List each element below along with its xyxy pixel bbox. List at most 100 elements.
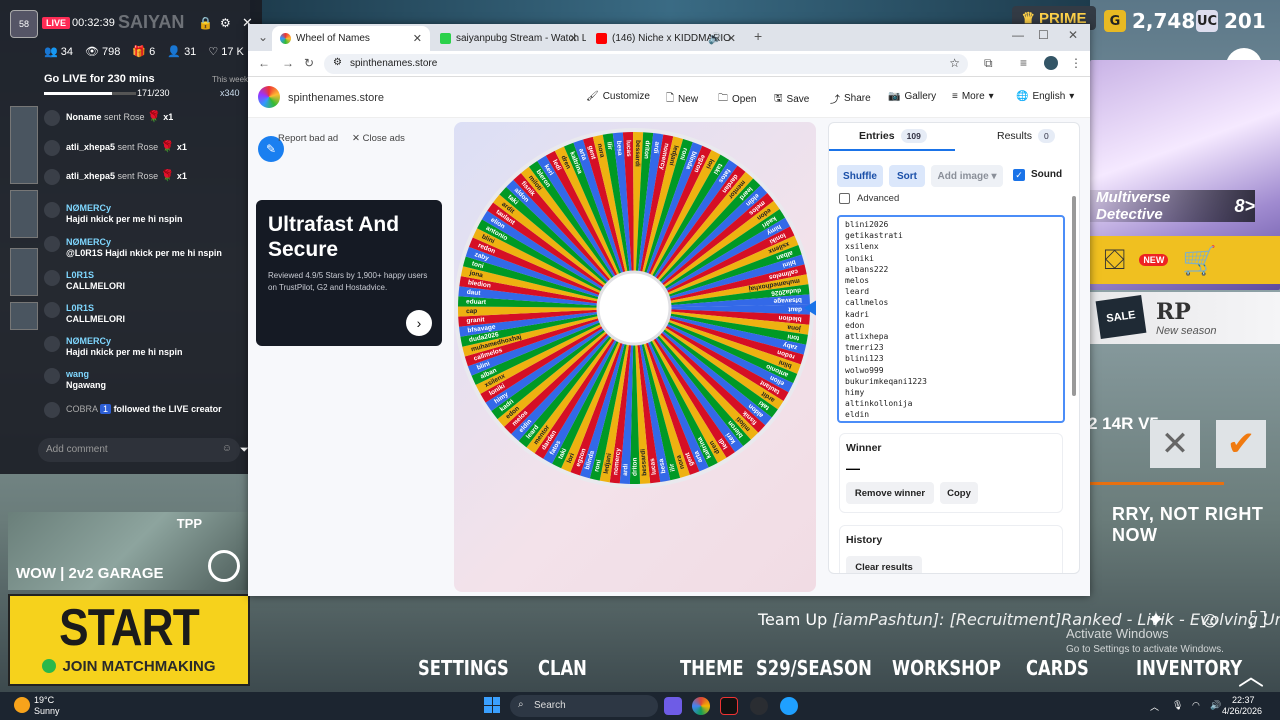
bookmark-star-icon[interactable]: ☆ [949, 56, 960, 70]
chevron-up-icon[interactable]: ︿ [1238, 656, 1264, 693]
panel-scrollbar[interactable] [1072, 156, 1080, 572]
nav-theme[interactable]: THEME [680, 656, 744, 680]
url-field[interactable]: ⚙ spinthenames.store ☆ [324, 54, 968, 74]
site-name[interactable]: spinthenames.store [288, 92, 384, 104]
tab-entries[interactable]: Entries 109 [859, 129, 927, 143]
extensions-icon[interactable]: ⧉ [984, 56, 993, 71]
kebab-menu-icon[interactable]: ⋮ [1070, 56, 1082, 70]
tray-chevron-icon[interactable]: ︿ [1150, 700, 1159, 713]
menu-customize[interactable]: 🖌 Customize [586, 91, 650, 102]
close-icon[interactable]: ✕ [1150, 420, 1200, 468]
tab-bar: ⌄ Wheel of Names ✕ saiyanpubg Stream - Wa… [248, 24, 1090, 51]
tab-wheel-of-names[interactable]: Wheel of Names ✕ [272, 26, 430, 51]
chrome-icon[interactable] [692, 697, 710, 715]
site-logo-icon[interactable] [258, 86, 280, 108]
menu-share[interactable]: ⤴ Share [830, 91, 871, 106]
mask-icon[interactable]: ☺ [1194, 604, 1226, 636]
minimize-icon[interactable]: — [1012, 28, 1024, 42]
profile-avatar[interactable] [1044, 56, 1058, 70]
menu-open[interactable]: 🗀 Open [718, 91, 756, 108]
volume-icon[interactable]: 🔊 [1210, 700, 1221, 711]
sort-button[interactable]: Sort [889, 165, 925, 187]
steam-icon[interactable] [750, 697, 768, 715]
side-thumbnail [10, 106, 38, 184]
avatar [44, 169, 60, 185]
add-image-button[interactable]: Add image ▾ [931, 165, 1003, 187]
report-ad-link[interactable]: Report bad ad [278, 133, 338, 144]
avatar[interactable]: 58 [10, 10, 38, 38]
wifi-icon[interactable]: ◠ [1192, 700, 1200, 711]
taskbar-search[interactable]: ⌕ Search [510, 695, 658, 717]
nav-settings[interactable]: SETTINGS [418, 656, 509, 680]
entries-textarea[interactable]: blini2026 getikastrati xsilenx loniki albans… [837, 215, 1065, 423]
garage-card[interactable]: TPP WOW | 2v2 GARAGE [8, 512, 248, 590]
entry-line: melos [845, 276, 870, 286]
sound-checkbox[interactable]: ✓ [1013, 169, 1025, 181]
nav-cards[interactable]: CARDS [1026, 656, 1089, 680]
menu-save[interactable]: 🖫 Save [774, 91, 809, 108]
wand-icon[interactable]: ✦ [1140, 604, 1172, 636]
close-ads-link[interactable]: ✕ Close ads [352, 133, 405, 144]
caret-down-icon: ▾ [1069, 91, 1075, 102]
forward-icon[interactable]: → [282, 56, 294, 70]
site-info-icon[interactable]: ⚙ [333, 57, 342, 68]
copy-button[interactable]: Copy [940, 482, 978, 504]
clear-results-button[interactable]: Clear results [846, 556, 922, 573]
settings-icon[interactable]: ⚙ [220, 16, 231, 30]
close-tab-icon[interactable]: ✕ [413, 32, 422, 45]
close-tab-icon[interactable]: ✕ [569, 32, 578, 45]
menu-language[interactable]: 🌐 English ▾ [1016, 91, 1074, 102]
weather-icon[interactable] [14, 697, 30, 713]
menu-new[interactable]: 🗋 New [666, 91, 698, 108]
entry-line: loniki [845, 253, 874, 263]
back-icon[interactable]: ← [258, 56, 270, 70]
maximize-icon[interactable]: ☐ [1038, 28, 1049, 42]
new-tab-icon[interactable]: + [754, 28, 762, 44]
media-icon[interactable]: ≡ [1020, 56, 1027, 70]
remove-winner-button[interactable]: Remove winner [846, 482, 934, 504]
shuffle-button[interactable]: Shuffle [837, 165, 883, 187]
nav-season[interactable]: S29/SEASON [756, 656, 872, 680]
start-menu-icon[interactable] [484, 697, 500, 713]
close-window-icon[interactable]: ✕ [1068, 28, 1078, 42]
start-button[interactable]: START JOIN MATCHMAKING [8, 594, 250, 686]
ad-card[interactable]: Ultrafast And Secure Reviewed 4.9/5 Star… [256, 200, 442, 346]
tiktok-icon[interactable] [720, 697, 738, 715]
tab-stream[interactable]: saiyanpubg Stream - Watch Live ✕ [432, 26, 586, 51]
chat-message: atli_xhepa5 sent Rose 🌹 x1 [66, 170, 187, 182]
chevron-right-icon[interactable]: › [406, 310, 432, 336]
comment-input[interactable]: Add comment ☺ [38, 438, 240, 462]
shop-banner[interactable]: ⛋ NEW 🛒 [1090, 236, 1280, 284]
currency-g[interactable]: G 2,748 [1104, 8, 1195, 34]
wheel-center-button[interactable] [596, 270, 672, 346]
sale-badge[interactable]: SALE [1095, 294, 1147, 340]
tab-results[interactable]: Results 0 [997, 129, 1055, 143]
live-badge: LIVE [42, 17, 71, 29]
lock-icon[interactable]: 🔒 [198, 16, 213, 30]
discord-icon[interactable] [664, 697, 682, 715]
reload-icon[interactable]: ↻ [304, 56, 314, 70]
multiverse-banner[interactable]: Multiverse Detective 8> [1090, 189, 1255, 223]
nav-workshop[interactable]: WORKSHOP [892, 656, 1001, 680]
audio-icon[interactable]: 🔊 [708, 32, 722, 45]
mic-icon[interactable]: 🎙 [1172, 700, 1183, 711]
tab-youtube[interactable]: (146) Niche x KIDDMARIO 🔊 ✕ [588, 26, 744, 51]
g-coin-icon: G [1104, 10, 1126, 32]
nav-clan[interactable]: CLAN [538, 656, 587, 680]
close-tab-icon[interactable]: ✕ [727, 32, 736, 45]
chevron-down-icon[interactable]: ⌄ [258, 30, 268, 44]
menu-more[interactable]: ≡ More ▾ [952, 91, 994, 102]
menu-gallery[interactable]: 📷 Gallery [888, 91, 936, 102]
check-icon[interactable]: ✔ [1216, 420, 1266, 468]
clock-date[interactable]: 4/26/2026 [1222, 706, 1262, 716]
nav-inventory[interactable]: INVENTORY [1136, 656, 1242, 680]
currency-uc[interactable]: UC 201 [1196, 8, 1266, 34]
emoji-icon[interactable]: ☺ [222, 443, 232, 454]
fullscreen-icon[interactable]: ⛶ [1242, 604, 1274, 636]
taskbar: 19°C Sunny ⌕ Search ︿ 🎙 ◠ 🔊 22:37 4/26/20… [0, 692, 1280, 720]
wheel[interactable]: dautbledionjonatonizabyredonbliniantonio… [454, 122, 816, 592]
winner-title: Winner [846, 442, 882, 454]
clock-time[interactable]: 22:37 [1232, 695, 1255, 705]
app-icon[interactable] [780, 697, 798, 715]
advanced-checkbox[interactable] [839, 193, 850, 204]
